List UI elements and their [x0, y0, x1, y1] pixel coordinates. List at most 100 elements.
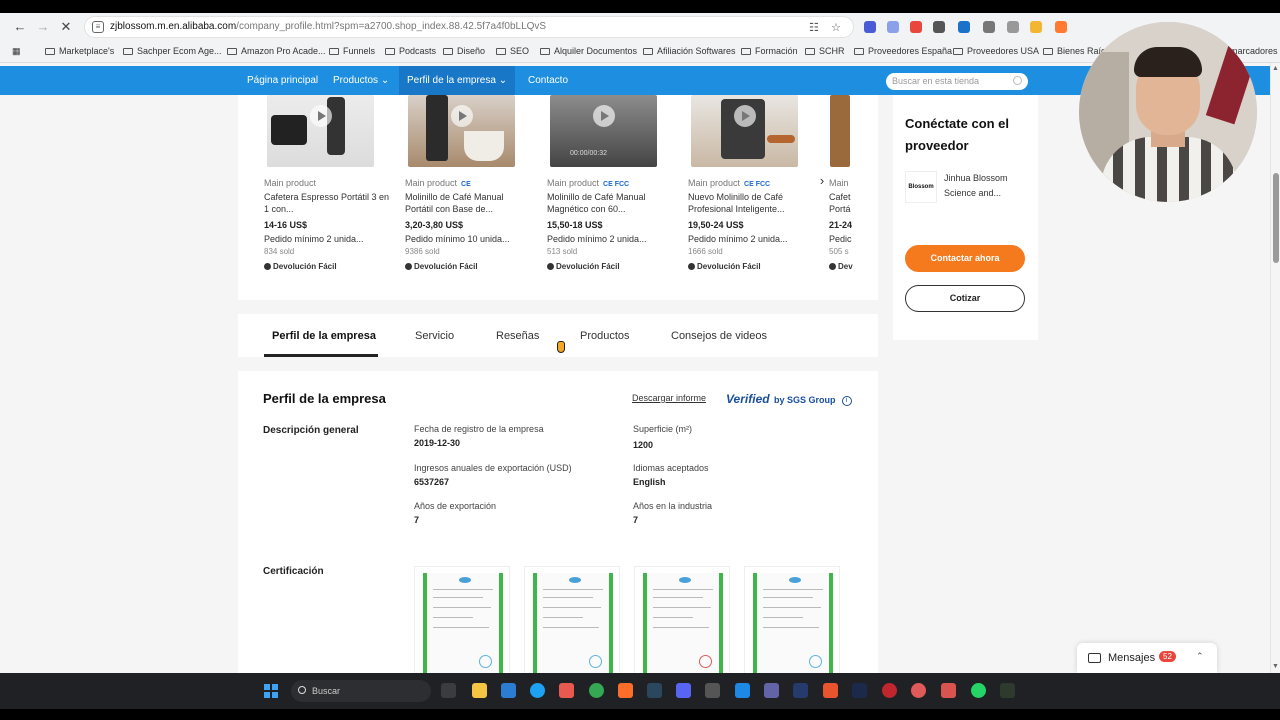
- product-image[interactable]: [830, 95, 850, 167]
- nav-products[interactable]: Productos ⌄: [325, 66, 397, 95]
- forward-icon[interactable]: →: [35, 19, 51, 35]
- nav-home[interactable]: Página principal: [239, 66, 326, 95]
- tab-company-profile[interactable]: Perfil de la empresa: [272, 330, 376, 342]
- quote-button[interactable]: Cotizar: [905, 285, 1025, 312]
- back-icon[interactable]: ←: [12, 19, 28, 35]
- extension-icon[interactable]: [983, 21, 995, 33]
- page-scrollbar[interactable]: ▲ ▼: [1270, 63, 1280, 673]
- site-info-icon[interactable]: ≡: [92, 21, 104, 33]
- app-icon[interactable]: [559, 683, 574, 698]
- scroll-up-icon[interactable]: ▲: [1272, 65, 1279, 72]
- edge-icon[interactable]: [530, 683, 545, 698]
- app-icon[interactable]: [705, 683, 720, 698]
- extension-icon[interactable]: [933, 21, 945, 33]
- bookmark-folder[interactable]: Proveedores USA: [953, 46, 1039, 56]
- bookmark-folder[interactable]: Diseño: [443, 46, 485, 56]
- extension-icon[interactable]: [887, 21, 899, 33]
- search-icon[interactable]: [1013, 76, 1022, 85]
- taskbar-search[interactable]: Buscar: [291, 680, 431, 702]
- bookmark-folder[interactable]: Proveedores España: [854, 46, 952, 56]
- certificate-image[interactable]: [744, 566, 840, 673]
- store-search-input[interactable]: Buscar en esta tienda: [886, 73, 1028, 90]
- app-icon[interactable]: [823, 683, 838, 698]
- close-loading-icon[interactable]: ✕: [58, 19, 74, 35]
- app-icon[interactable]: [735, 683, 750, 698]
- chrome-icon[interactable]: [589, 683, 604, 698]
- bookmark-folder[interactable]: Podcasts: [385, 46, 436, 56]
- contact-title: Conéctate con el proveedor: [905, 116, 1010, 153]
- download-report-link[interactable]: Descargar informe: [632, 393, 706, 403]
- play-video-icon[interactable]: [593, 105, 615, 127]
- translate-icon[interactable]: ☷: [809, 21, 819, 34]
- product-name[interactable]: Nuevo Molinillo de Café Profesional Inte…: [688, 191, 816, 215]
- app-icon[interactable]: [911, 683, 926, 698]
- certificate-image[interactable]: [524, 566, 620, 673]
- file-explorer-icon[interactable]: [472, 683, 487, 698]
- certificate-image[interactable]: [634, 566, 730, 673]
- app-icon[interactable]: [793, 683, 808, 698]
- product-name[interactable]: Cafetera Espresso Portátil 3 en 1 con...: [264, 191, 392, 215]
- app-icon[interactable]: [882, 683, 897, 698]
- scroll-down-icon[interactable]: ▼: [1272, 663, 1279, 670]
- play-video-icon[interactable]: [310, 105, 332, 127]
- chevron-right-icon[interactable]: ›: [816, 173, 828, 188]
- teams-icon[interactable]: [764, 683, 779, 698]
- app-icon[interactable]: [852, 683, 867, 698]
- tab-reviews[interactable]: Reseñas: [496, 330, 539, 342]
- bookmark-folder[interactable]: Afiliación Softwares: [643, 46, 736, 56]
- product-image[interactable]: 00:00/00:32: [550, 95, 657, 167]
- bookmark-folder[interactable]: Funnels: [329, 46, 375, 56]
- bookmark-folder[interactable]: Marketplace's: [45, 46, 114, 56]
- task-view-icon[interactable]: [441, 683, 456, 698]
- extension-icon[interactable]: [864, 21, 876, 33]
- bookmark-label: Amazon Pro Acade...: [241, 46, 326, 56]
- extension-icon[interactable]: [1055, 21, 1067, 33]
- extension-icon[interactable]: [1030, 21, 1042, 33]
- apps-icon[interactable]: ▦: [12, 46, 21, 57]
- product-image[interactable]: [691, 95, 798, 167]
- product-name[interactable]: Cafet Portá: [829, 191, 857, 215]
- messages-widget[interactable]: Mensajes 52 ⌃: [1077, 643, 1217, 673]
- product-tag: Main product CE: [405, 178, 471, 188]
- outlook-icon[interactable]: [501, 683, 516, 698]
- extension-icon[interactable]: [910, 21, 922, 33]
- product-name[interactable]: Molinillo de Café Manual Portátil con Ba…: [405, 191, 533, 215]
- bookmark-star-icon[interactable]: ☆: [831, 21, 841, 34]
- product-tag: Main product CE FCC: [547, 178, 629, 188]
- app-icon[interactable]: [941, 683, 956, 698]
- windows-start-icon[interactable]: [264, 684, 278, 698]
- app-icon[interactable]: [618, 683, 633, 698]
- play-video-icon[interactable]: [451, 105, 473, 127]
- bookmark-folder[interactable]: Formación: [741, 46, 798, 56]
- product-image[interactable]: [267, 95, 374, 167]
- extension-icon[interactable]: [1007, 21, 1019, 33]
- extension-icon[interactable]: [958, 21, 970, 33]
- app-icon[interactable]: [1000, 683, 1015, 698]
- tab-service[interactable]: Servicio: [415, 330, 454, 342]
- bookmark-folder[interactable]: Sachper Ecom Age...: [123, 46, 222, 56]
- bookmark-folder[interactable]: SCHR: [805, 46, 845, 56]
- info-icon[interactable]: i: [841, 396, 852, 406]
- product-image[interactable]: [408, 95, 515, 167]
- product-moq: Pedido mínimo 2 unida...: [264, 234, 364, 244]
- certificate-image[interactable]: [414, 566, 510, 673]
- chevron-up-icon[interactable]: ⌃: [1196, 651, 1204, 662]
- discord-icon[interactable]: [676, 683, 691, 698]
- contact-now-button[interactable]: Contactar ahora: [905, 245, 1025, 272]
- play-video-icon[interactable]: [734, 105, 756, 127]
- bookmark-folder[interactable]: Amazon Pro Acade...: [227, 46, 326, 56]
- product-card[interactable]: Main Cafet Portá 21-24 Pedic 505 s Dev: [829, 95, 859, 300]
- whatsapp-icon[interactable]: [971, 683, 986, 698]
- tab-products[interactable]: Productos: [580, 330, 630, 342]
- supplier-logo[interactable]: Blossom: [905, 171, 937, 203]
- bookmark-folder[interactable]: SEO: [496, 46, 529, 56]
- nav-company-profile[interactable]: Perfil de la empresa ⌄: [399, 66, 516, 95]
- address-bar[interactable]: ≡ zjblossom.m.en.alibaba.com/company_pro…: [84, 16, 854, 38]
- steam-icon[interactable]: [647, 683, 662, 698]
- tab-video-tips[interactable]: Consejos de videos: [671, 330, 767, 342]
- supplier-name[interactable]: Jinhua Blossom Science and...: [944, 171, 1034, 201]
- product-name[interactable]: Molinillo de Café Manual Magnético con 6…: [547, 191, 675, 215]
- bookmark-folder[interactable]: Alquiler Documentos: [540, 46, 637, 56]
- nav-contact[interactable]: Contacto: [520, 66, 576, 95]
- scrollbar-thumb[interactable]: [1273, 173, 1279, 263]
